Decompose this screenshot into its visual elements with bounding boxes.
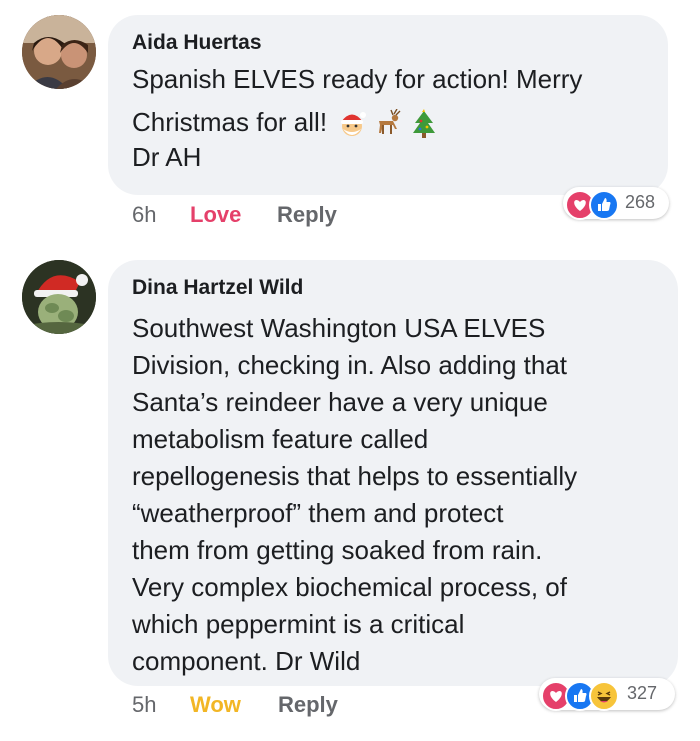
christmas-tree-icon: [413, 109, 436, 139]
comment-line: Dr AH: [132, 142, 202, 172]
comment-body: Spanish ELVES ready for action! Merry Ch…: [132, 61, 582, 176]
reaction-summary[interactable]: 327: [539, 678, 675, 711]
like-reaction-icon: [589, 190, 619, 220]
reply-button[interactable]: Reply: [278, 692, 338, 718]
reaction-summary[interactable]: 268: [563, 187, 669, 220]
comment-author[interactable]: Aida Huertas: [132, 31, 262, 55]
reaction-count: 268: [625, 192, 656, 212]
comment-line: Christmas for all!: [132, 107, 328, 137]
comment-timestamp[interactable]: 5h: [132, 692, 156, 718]
profile-photo-icon: [22, 15, 96, 89]
comment-line: “weatherproof” them and protect: [132, 498, 504, 528]
comment-aida-huertas: Aida Huertas Spanish ELVES ready for act…: [0, 0, 700, 240]
reaction-count: 327: [627, 683, 658, 703]
deer-icon: [379, 109, 401, 135]
comment-line-with-emojis: Christmas for all!: [132, 104, 582, 141]
comment-line: Santa’s reindeer have a very unique: [132, 387, 548, 417]
comment-line: Division, checking in. Also adding that: [132, 350, 568, 380]
comment-body: Southwest Washington USA ELVES Division,…: [132, 310, 577, 680]
wow-reaction-button[interactable]: Wow: [190, 692, 241, 718]
comment-line: component. Dr Wild: [132, 646, 361, 676]
comment-line: metabolism feature called: [132, 424, 429, 454]
comment-author[interactable]: Dina Hartzel Wild: [132, 276, 303, 300]
comment-actions: 5h Wow Reply: [132, 692, 432, 718]
comment-bubble: Dina Hartzel Wild Southwest Washington U…: [108, 260, 678, 686]
comment-line: which peppermint is a critical: [132, 609, 465, 639]
avatar[interactable]: [22, 15, 96, 89]
avatar[interactable]: [22, 260, 96, 334]
comment-actions: 6h Love Reply: [132, 202, 432, 228]
comment-line: Spanish ELVES ready for action! Merry: [132, 64, 583, 94]
love-reaction-button[interactable]: Love: [190, 202, 241, 228]
reply-button[interactable]: Reply: [277, 202, 337, 228]
comment-dina-hartzel-wild: Dina Hartzel Wild Southwest Washington U…: [0, 240, 700, 741]
comment-line: Very complex biochemical process, of: [132, 572, 567, 602]
santa-face-icon: [341, 112, 367, 137]
comment-line: repellogenesis that helps to essentially: [132, 461, 578, 491]
comment-bubble: Aida Huertas Spanish ELVES ready for act…: [108, 15, 668, 195]
comment-line: them from getting soaked from rain.: [132, 535, 543, 565]
comment-line: Southwest Washington USA ELVES: [132, 313, 546, 343]
profile-photo-icon: [22, 260, 96, 334]
comment-timestamp[interactable]: 6h: [132, 202, 156, 228]
haha-reaction-icon: [589, 681, 619, 711]
